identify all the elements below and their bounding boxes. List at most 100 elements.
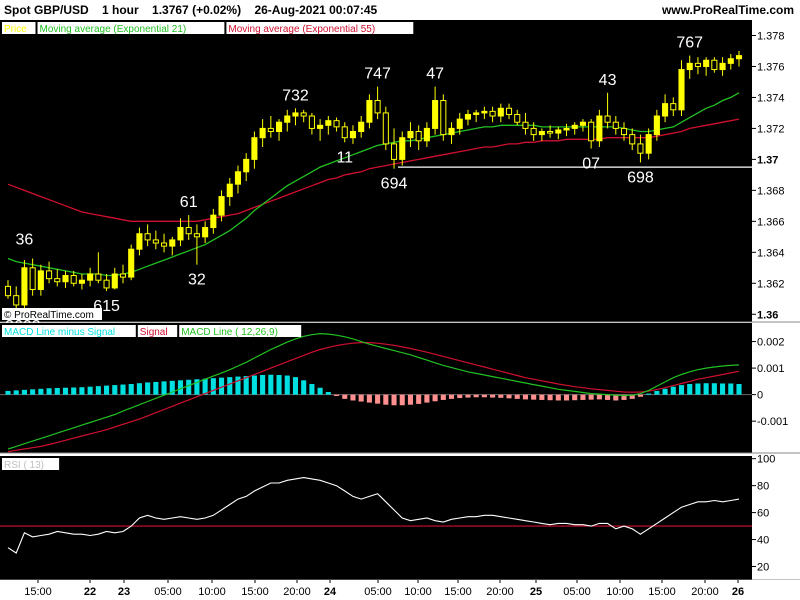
- time-tick-label: 23: [118, 586, 130, 598]
- price-pane: 361.3602615613273211747694474307698767© …: [0, 20, 800, 335]
- macd-histogram-bar: [383, 394, 389, 405]
- candle-body: [202, 227, 209, 238]
- rsi-pane-background: [0, 456, 752, 580]
- candle-body: [629, 134, 636, 145]
- macd-histogram-bar: [457, 394, 463, 399]
- time-tick-label: 15:00: [24, 586, 52, 598]
- price-annotation: 36: [16, 231, 34, 248]
- macd-histogram-bar: [161, 381, 167, 395]
- macd-histogram-bar: [588, 394, 594, 400]
- macd-histogram-bar: [5, 390, 11, 395]
- price-annotation: 11: [336, 149, 353, 166]
- macd-histogram-bar: [563, 394, 570, 401]
- candle-body: [514, 113, 521, 123]
- candle-body: [70, 275, 77, 284]
- macd-histogram-bar: [325, 391, 331, 395]
- candle-body: [399, 137, 406, 160]
- macd-histogram-bar: [720, 383, 726, 395]
- macd-histogram-bar: [391, 394, 397, 406]
- candle-body: [308, 115, 315, 129]
- candle-body: [505, 107, 513, 115]
- price-legend-item: Moving average (Exponential 21): [40, 24, 187, 35]
- macd-histogram-bar: [596, 394, 602, 400]
- rsi-axis-tick-label: 40: [757, 535, 769, 547]
- macd-histogram-bar: [21, 389, 27, 395]
- candle-body: [456, 118, 463, 129]
- macd-histogram-bar: [71, 387, 77, 395]
- time-tick-label: 15:00: [648, 586, 676, 598]
- price-annotation: 698: [627, 169, 654, 186]
- candle-body: [267, 127, 274, 133]
- rsi-axis-tick-label: 60: [757, 508, 769, 520]
- price-annotation: 732: [282, 87, 309, 104]
- macd-histogram-bar: [465, 394, 471, 398]
- macd-histogram-bar: [448, 394, 455, 399]
- macd-histogram-bar: [268, 374, 274, 395]
- macd-histogram-bar: [416, 394, 422, 404]
- price-annotation: 61: [180, 194, 198, 211]
- price-legend-item: Moving average (Exponential 55): [228, 24, 375, 35]
- candle-body: [382, 112, 389, 145]
- macd-histogram-bar: [711, 383, 717, 395]
- macd-histogram-bar: [539, 394, 545, 400]
- macd-histogram-bar: [432, 394, 438, 402]
- macd-histogram-bar: [342, 394, 348, 399]
- macd-legend-item: MACD Line minus Signal: [4, 327, 115, 338]
- candle-body: [95, 273, 102, 281]
- candle-body: [259, 127, 266, 139]
- price-axis-tick-label: 1.362: [757, 278, 785, 290]
- macd-histogram-bar: [227, 377, 233, 395]
- macd-histogram-bar: [678, 385, 685, 395]
- candle-body: [29, 267, 36, 290]
- candle-body: [374, 100, 381, 114]
- candle-body: [579, 121, 586, 126]
- candle-body: [300, 112, 307, 117]
- macd-histogram-bar: [498, 394, 504, 398]
- candle-body: [78, 279, 85, 284]
- time-tick-label: 10:00: [404, 586, 432, 598]
- candle-body: [54, 278, 61, 283]
- macd-histogram-bar: [670, 386, 676, 395]
- candle-body: [128, 248, 135, 278]
- candle-body: [464, 113, 472, 120]
- candle-body: [87, 273, 94, 281]
- candle-body: [415, 131, 422, 142]
- price-axis-tick-label: 1.368: [757, 185, 785, 197]
- macd-legend-item: Signal: [140, 327, 168, 338]
- candle-body: [670, 103, 677, 111]
- time-tick-label: 05:00: [364, 586, 392, 598]
- macd-histogram-bar: [736, 384, 742, 395]
- candle-body: [448, 127, 455, 136]
- macd-histogram-bar: [128, 384, 134, 395]
- rsi-axis-tick-label: 20: [757, 562, 769, 574]
- macd-histogram-bar: [46, 388, 52, 395]
- candle-body: [547, 131, 554, 134]
- price-axis-tick-label: 1.376: [757, 61, 785, 73]
- macd-histogram-bar: [210, 378, 216, 395]
- macd-histogram-bar: [637, 394, 643, 397]
- candle-body: [284, 115, 291, 123]
- macd-histogram-bar: [136, 383, 142, 395]
- candle-body: [152, 239, 159, 244]
- candle-body: [596, 115, 603, 142]
- macd-histogram-bar: [407, 394, 414, 405]
- candle-body: [604, 115, 611, 123]
- candle-body: [111, 273, 118, 289]
- macd-histogram-bar: [506, 394, 512, 399]
- candle-body: [226, 183, 233, 198]
- macd-histogram-bar: [260, 375, 266, 395]
- candle-body: [678, 69, 685, 111]
- candle-body: [620, 127, 628, 136]
- macd-histogram-bar: [695, 383, 701, 395]
- macd-histogram-bar: [687, 384, 693, 395]
- candle-body: [694, 62, 701, 67]
- macd-histogram-bar: [490, 394, 496, 398]
- macd-histogram-bar: [95, 386, 101, 395]
- candle-body: [21, 267, 28, 306]
- price-axis-tick-label: 1.364: [757, 247, 785, 259]
- macd-histogram-bar: [153, 381, 159, 395]
- candle-body: [711, 59, 718, 71]
- price-annotation: 694: [381, 176, 408, 193]
- macd-histogram-bar: [145, 382, 151, 395]
- time-tick-label: 15:00: [444, 586, 472, 598]
